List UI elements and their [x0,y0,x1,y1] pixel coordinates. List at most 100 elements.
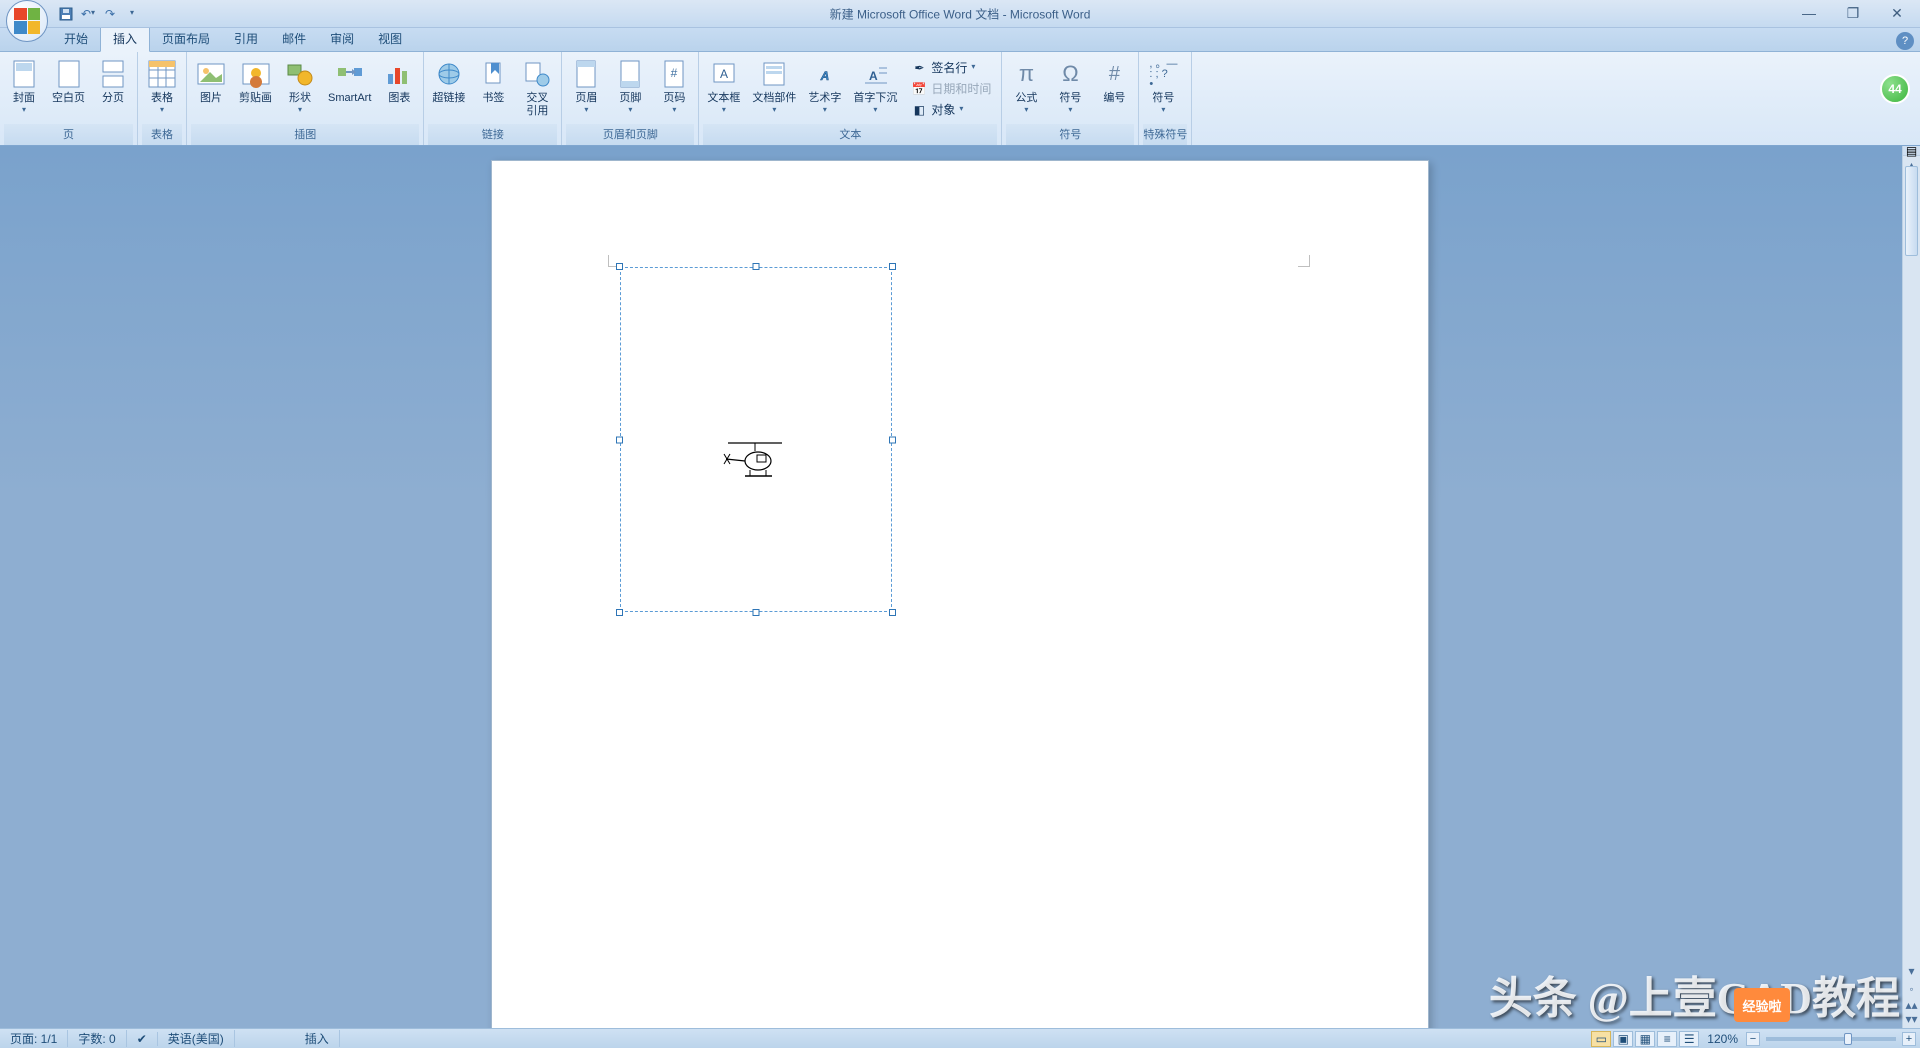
calendar-icon: 📅 [911,81,927,97]
resize-handle-br[interactable] [889,609,896,616]
save-icon[interactable] [58,6,74,22]
page-number-button[interactable]: #页码▾ [654,56,694,124]
margin-marker-tr [1298,255,1310,267]
qat-customize-icon[interactable]: ▾ [124,6,140,22]
group-tables: 表格▾ 表格 [138,52,187,145]
tab-review[interactable]: 审阅 [318,26,366,51]
zoom-slider[interactable] [1766,1037,1896,1041]
status-mode[interactable]: 插入 [295,1030,340,1047]
group-label-special: 特殊符号 [1143,124,1187,145]
group-label-illustrations: 插图 [191,124,419,145]
office-button[interactable] [6,0,48,42]
group-special-symbols: , 。—: ; ?•符号▾ 特殊符号 [1139,52,1192,145]
view-print-layout[interactable]: ▭ [1591,1031,1611,1047]
quick-access-toolbar: ↶▾ ↷ ▾ [58,6,140,22]
page-break-button[interactable]: 分页 [93,56,133,124]
group-label-symbols: 符号 [1006,124,1134,145]
resize-handle-b[interactable] [753,609,760,616]
smartart-button[interactable]: SmartArt [324,56,375,124]
scroll-down-button[interactable]: ▾ [1903,962,1920,980]
blank-page-button[interactable]: 空白页 [48,56,89,124]
zoom-out-button[interactable]: − [1746,1032,1760,1046]
office-logo-icon [14,8,40,34]
document-area: ▤ ▴ ▾ ◦ ▴▴ ▾▾ [0,146,1920,1028]
view-web-layout[interactable]: ▦ [1635,1031,1655,1047]
watermark-text: 头条 @上壹CAD教程 [1489,962,1900,1026]
resize-handle-r[interactable] [889,436,896,443]
minimize-button[interactable]: — [1792,4,1826,22]
date-time-button[interactable]: 📅日期和时间 [907,79,995,98]
status-words[interactable]: 字数: 0 [68,1030,126,1047]
ribbon: 封面▾ 空白页 分页 页 表格▾ 表格 图片 剪贴画 形状▾ SmartArt … [0,52,1920,146]
shapes-button[interactable]: 形状▾ [280,56,320,124]
ruler-toggle[interactable]: ▤ [1903,146,1920,156]
svg-text:A: A [820,69,830,83]
bookmark-button[interactable]: 书签 [473,56,513,124]
zoom-in-button[interactable]: + [1902,1032,1916,1046]
wordart-button[interactable]: A艺术字▾ [804,56,845,124]
picture-button[interactable]: 图片 [191,56,231,124]
close-button[interactable]: ✕ [1880,4,1914,22]
symbol-button[interactable]: Ω符号▾ [1050,56,1090,124]
ime-badge[interactable]: 44 [1880,74,1910,104]
zoom-slider-thumb[interactable] [1844,1033,1852,1045]
document-name: 新建 Microsoft Office Word 文档 [830,7,1000,21]
special-symbol-button[interactable]: , 。—: ; ?•符号▾ [1143,56,1183,124]
tab-insert[interactable]: 插入 [100,25,150,52]
window-title: 新建 Microsoft Office Word 文档 - Microsoft … [830,5,1091,22]
status-bar: 页面: 1/1 字数: 0 ✔ 英语(美国) 插入 ▭ ▣ ▦ ≡ ☰ 120%… [0,1028,1920,1048]
object-button[interactable]: ◧对象 ▾ [907,100,995,119]
cross-reference-button[interactable]: 交叉引用 [517,56,557,124]
hyperlink-button[interactable]: 超链接 [428,56,469,124]
status-page[interactable]: 页面: 1/1 [0,1030,68,1047]
maximize-button[interactable]: ❐ [1836,4,1870,22]
resize-handle-l[interactable] [616,436,623,443]
svg-text:A: A [720,67,728,81]
next-page-button[interactable]: ▾▾ [1903,1010,1920,1028]
header-button[interactable]: 页眉▾ [566,56,606,124]
textbox-button[interactable]: A文本框▾ [703,56,744,124]
resize-handle-bl[interactable] [616,609,623,616]
signature-line-button[interactable]: ✒签名行 ▾ [907,58,995,77]
undo-icon[interactable]: ↶▾ [80,6,96,22]
object-icon: ◧ [911,102,927,118]
group-header-footer: 页眉▾ 页脚▾ #页码▾ 页眉和页脚 [562,52,699,145]
group-label-links: 链接 [428,124,557,145]
status-proofing[interactable]: ✔ [127,1032,158,1046]
redo-icon[interactable]: ↷ [102,6,118,22]
clipart-button[interactable]: 剪贴画 [235,56,276,124]
tab-page-layout[interactable]: 页面布局 [150,26,222,51]
svg-text:A: A [869,69,878,83]
equation-button[interactable]: π公式▾ [1006,56,1046,124]
resize-handle-t[interactable] [753,263,760,270]
table-button[interactable]: 表格▾ [142,56,182,124]
number-button[interactable]: #编号 [1094,56,1134,124]
view-draft[interactable]: ☰ [1679,1031,1699,1047]
resize-handle-tr[interactable] [889,263,896,270]
dropcap-button[interactable]: A首字下沉▾ [849,56,901,124]
ribbon-tabs: 开始 插入 页面布局 引用 邮件 审阅 视图 [0,28,1920,52]
view-full-screen[interactable]: ▣ [1613,1031,1633,1047]
page[interactable] [491,160,1429,1028]
tab-home[interactable]: 开始 [52,26,100,51]
chart-button[interactable]: 图表 [379,56,419,124]
footer-button[interactable]: 页脚▾ [610,56,650,124]
quick-parts-button[interactable]: 文档部件▾ [748,56,800,124]
helicopter-drawing [720,437,790,482]
title-bar: ↶▾ ↷ ▾ 新建 Microsoft Office Word 文档 - Mic… [0,0,1920,28]
zoom-percent[interactable]: 120% [1701,1032,1744,1046]
selected-object[interactable] [620,267,892,612]
group-pages: 封面▾ 空白页 分页 页 [0,52,138,145]
view-outline[interactable]: ≡ [1657,1031,1677,1047]
vertical-scrollbar[interactable]: ▤ ▴ ▾ ◦ ▴▴ ▾▾ [1902,146,1920,1028]
help-button[interactable]: ? [1896,32,1914,50]
resize-handle-tl[interactable] [616,263,623,270]
tab-mailings[interactable]: 邮件 [270,26,318,51]
scroll-thumb[interactable] [1905,166,1918,256]
status-language[interactable]: 英语(美国) [158,1030,235,1047]
group-label-text: 文本 [703,124,997,145]
tab-references[interactable]: 引用 [222,26,270,51]
group-symbols: π公式▾ Ω符号▾ #编号 符号 [1002,52,1139,145]
cover-page-button[interactable]: 封面▾ [4,56,44,124]
tab-view[interactable]: 视图 [366,26,414,51]
